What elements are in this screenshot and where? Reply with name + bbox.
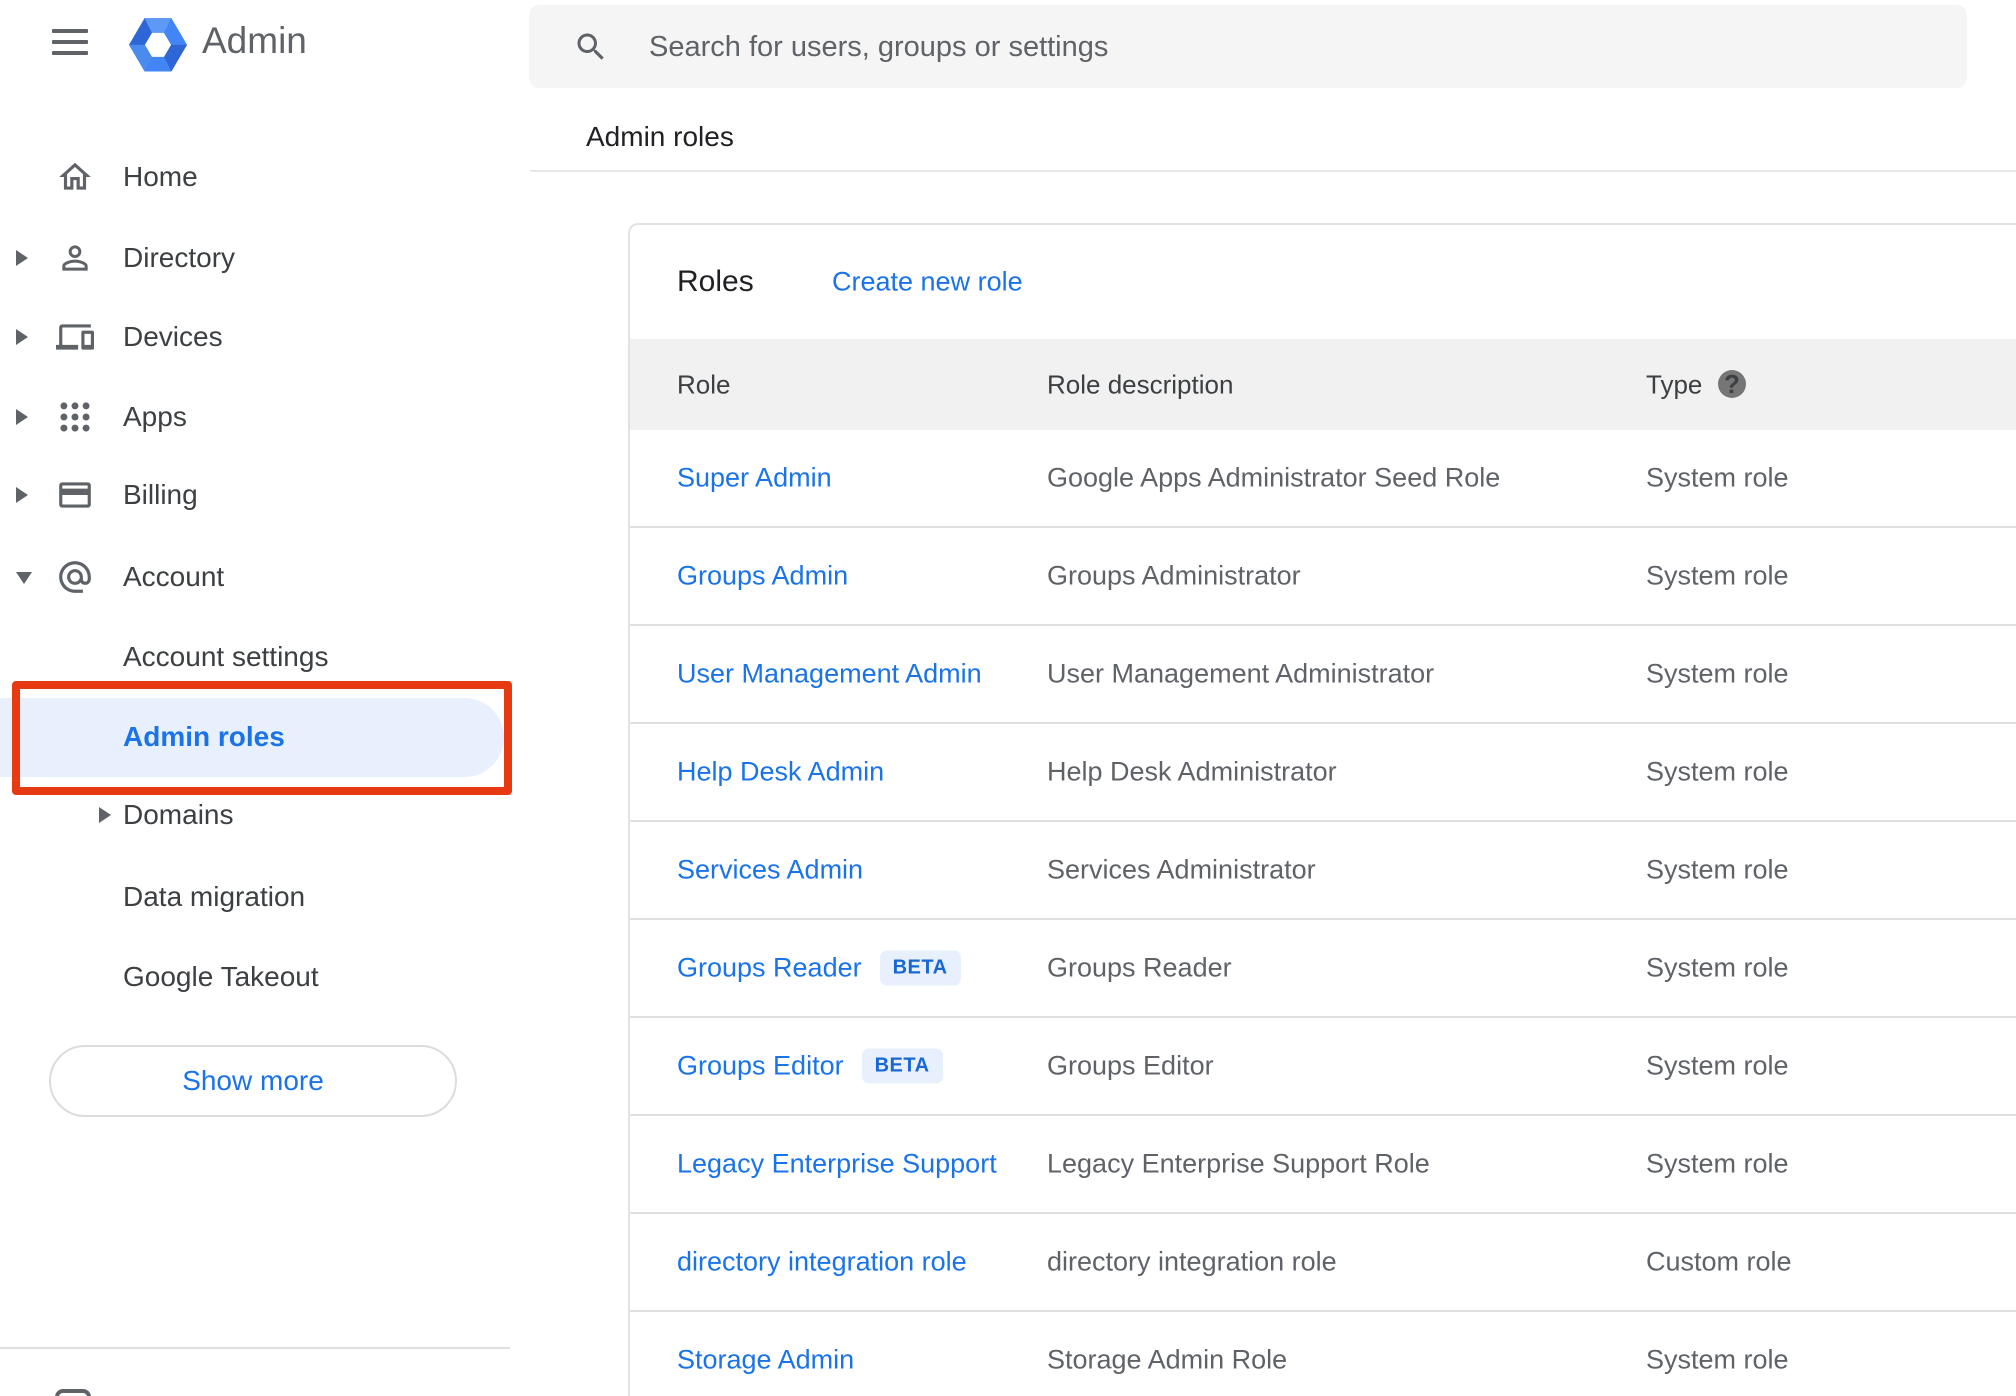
sidebar-item-billing[interactable]: Billing	[0, 455, 510, 535]
help-icon[interactable]: ?	[1718, 368, 1746, 399]
create-new-role-link[interactable]: Create new role	[832, 267, 1023, 298]
sidebar-item-account[interactable]: Account	[0, 537, 510, 617]
table-header-row: Role Role description Type ?	[630, 339, 2016, 430]
column-header-description: Role description	[1047, 369, 1234, 399]
show-more-label: Show more	[182, 1065, 324, 1096]
table-row: Services Admin Services Administrator Sy…	[630, 822, 2016, 920]
role-type: System role	[1646, 1344, 1789, 1375]
sidebar-item-account-settings[interactable]: Account settings	[0, 617, 510, 697]
role-link[interactable]: Groups Reader BETA	[677, 950, 961, 986]
search-bar	[529, 5, 1967, 90]
role-description: Help Desk Administrator	[1047, 756, 1337, 787]
role-description: Google Apps Administrator Seed Role	[1047, 462, 1501, 493]
table-row: Groups Admin Groups Administrator System…	[630, 528, 2016, 626]
role-description: Groups Administrator	[1047, 560, 1301, 591]
collapse-arrow-icon[interactable]	[16, 572, 32, 584]
clipped-bottom-icon	[55, 1389, 91, 1396]
sidebar-divider	[0, 1347, 510, 1349]
column-header-type: Type	[1646, 369, 1703, 399]
role-description: Groups Editor	[1047, 1050, 1214, 1081]
role-type: System role	[1646, 952, 1789, 983]
expand-arrow-icon[interactable]	[16, 329, 28, 345]
role-link[interactable]: directory integration role	[677, 1247, 967, 1278]
role-link[interactable]: Groups Admin	[677, 561, 848, 592]
table-row: User Management Admin User Management Ad…	[630, 626, 2016, 724]
sidebar-item-label: Home	[123, 161, 198, 192]
breadcrumb: Admin roles	[586, 121, 734, 152]
role-link[interactable]: User Management Admin	[677, 659, 982, 690]
role-link[interactable]: Storage Admin	[677, 1345, 854, 1376]
sidebar-item-label: Domains	[123, 799, 234, 830]
column-header-role: Role	[677, 369, 731, 399]
expand-arrow-icon[interactable]	[99, 807, 111, 823]
sidebar-item-directory[interactable]: Directory	[0, 218, 510, 298]
role-type: System role	[1646, 854, 1789, 885]
section-title: Roles	[677, 265, 754, 298]
table-row: directory integration role directory int…	[630, 1214, 2016, 1312]
role-description: Legacy Enterprise Support Role	[1047, 1148, 1430, 1179]
sidebar-item-label: Account	[123, 561, 225, 592]
sidebar-item-admin-roles[interactable]: Admin roles	[0, 697, 510, 777]
app-title: Admin	[202, 20, 307, 61]
role-description: Groups Reader	[1047, 952, 1232, 983]
admin-console-screen: Admin Admin roles Home Directory Devices	[0, 0, 2016, 1396]
expand-arrow-icon[interactable]	[16, 487, 28, 503]
sidebar-item-data-migration[interactable]: Data migration	[0, 857, 510, 937]
sidebar-item-label: Admin roles	[123, 721, 285, 752]
sidebar-item-label: Google Takeout	[123, 961, 319, 992]
google-admin-logo-icon	[129, 17, 187, 73]
role-link[interactable]: Legacy Enterprise Support	[677, 1149, 997, 1180]
role-type: System role	[1646, 1050, 1789, 1081]
table-row: Legacy Enterprise Support Legacy Enterpr…	[630, 1116, 2016, 1214]
beta-badge: BETA	[879, 950, 961, 986]
sidebar-item-apps[interactable]: Apps	[0, 377, 510, 457]
roles-card: Roles Create new role Role Role descript…	[628, 223, 2016, 1396]
role-link[interactable]: Services Admin	[677, 855, 863, 886]
search-icon	[573, 29, 609, 65]
expand-arrow-icon[interactable]	[16, 409, 28, 425]
help-glyph: ?	[1724, 368, 1740, 399]
search-input[interactable]	[647, 5, 1931, 90]
at-sign-icon	[56, 558, 94, 596]
apps-grid-icon	[56, 398, 94, 436]
role-link[interactable]: Groups Editor BETA	[677, 1048, 943, 1084]
sidebar-item-home[interactable]: Home	[0, 137, 510, 217]
credit-card-icon	[56, 476, 94, 514]
sidebar-item-label: Billing	[123, 479, 198, 510]
sidebar-item-label: Directory	[123, 242, 236, 273]
role-description: Storage Admin Role	[1047, 1344, 1288, 1375]
expand-arrow-icon[interactable]	[16, 250, 28, 266]
sidebar-item-label: Devices	[123, 321, 223, 352]
beta-badge: BETA	[861, 1048, 943, 1084]
role-type: System role	[1646, 658, 1789, 689]
role-link[interactable]: Super Admin	[677, 463, 832, 494]
sidebar-item-domains[interactable]: Domains	[0, 775, 510, 855]
role-description: directory integration role	[1047, 1246, 1337, 1277]
show-more-button[interactable]: Show more	[49, 1045, 457, 1117]
role-type: System role	[1646, 560, 1789, 591]
role-type: System role	[1646, 756, 1789, 787]
table-row: Help Desk Admin Help Desk Administrator …	[630, 724, 2016, 822]
table-row: Storage Admin Storage Admin Role System …	[630, 1312, 2016, 1396]
person-icon	[56, 239, 94, 277]
role-type: System role	[1646, 1148, 1789, 1179]
table-row: Groups Editor BETA Groups Editor System r…	[630, 1018, 2016, 1116]
sidebar-item-label: Data migration	[123, 881, 306, 912]
role-link[interactable]: Help Desk Admin	[677, 757, 884, 788]
sidebar-item-google-takeout[interactable]: Google Takeout	[0, 937, 510, 1017]
sidebar-item-label: Account settings	[123, 641, 329, 672]
role-type: System role	[1646, 462, 1789, 493]
table-row: Groups Reader BETA Groups Reader System r…	[630, 920, 2016, 1018]
role-description: User Management Administrator	[1047, 658, 1435, 689]
roles-card-header: Roles Create new role	[630, 225, 2016, 339]
devices-icon	[56, 318, 94, 356]
sidebar-item-devices[interactable]: Devices	[0, 297, 510, 377]
hamburger-menu-icon[interactable]	[52, 29, 88, 55]
sidebar-item-label: Apps	[123, 401, 187, 432]
role-description: Services Administrator	[1047, 854, 1316, 885]
home-icon	[56, 158, 94, 196]
header-divider	[530, 170, 2016, 172]
table-row: Super Admin Google Apps Administrator Se…	[630, 430, 2016, 528]
role-type: Custom role	[1646, 1246, 1792, 1277]
